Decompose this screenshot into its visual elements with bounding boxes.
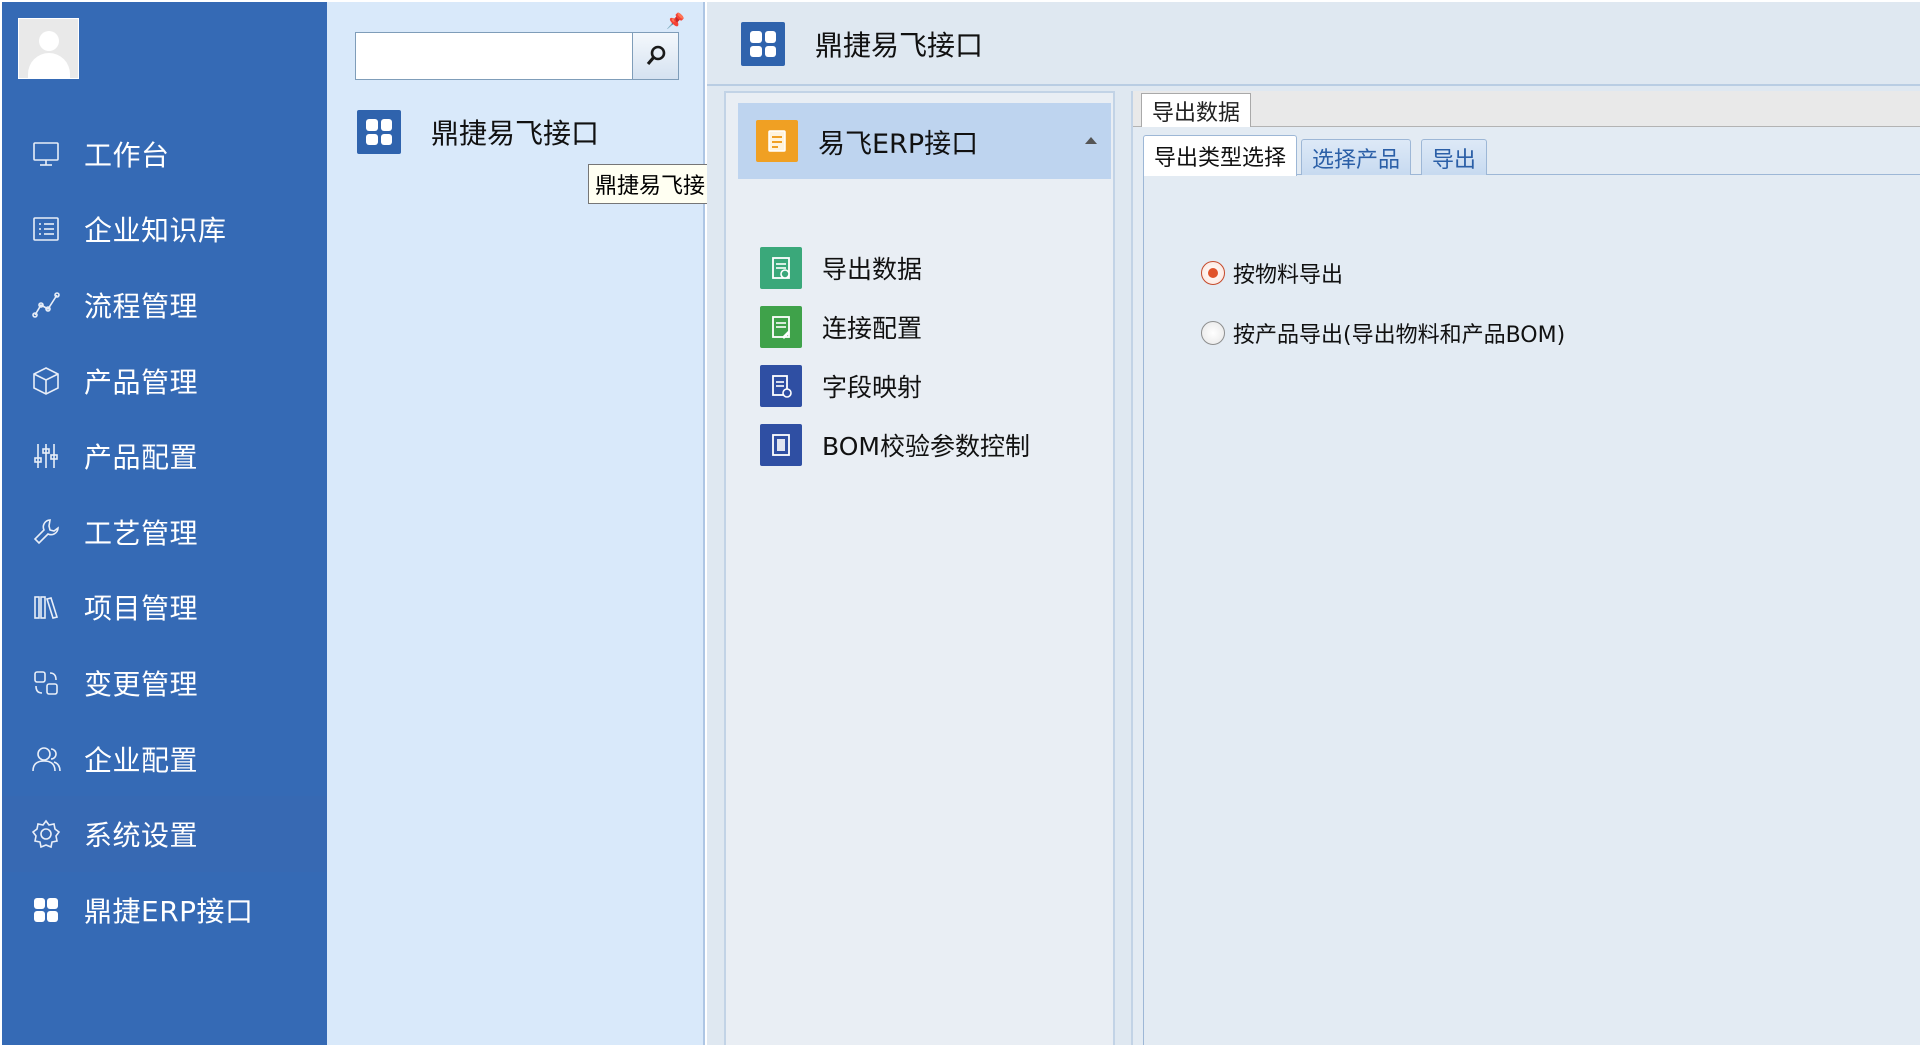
- sidebar-item-knowledge-base[interactable]: 企业知识库: [2, 192, 327, 268]
- subnav-group-yifei-erp[interactable]: 易飞ERP接口: [738, 103, 1111, 179]
- subnav-item-connection-config[interactable]: 连接配置: [760, 304, 922, 350]
- sidebar-item-label: 工艺管理: [84, 516, 199, 550]
- search-button[interactable]: [632, 33, 678, 79]
- page-title: 鼎捷易飞接口: [741, 22, 983, 66]
- books-icon: [28, 589, 64, 625]
- bom-check-icon: [760, 424, 802, 466]
- list-icon: [28, 211, 64, 247]
- sidebar-item-product[interactable]: 产品管理: [2, 343, 327, 419]
- export-data-icon: [760, 247, 802, 289]
- sidebar-item-label: 产品管理: [84, 365, 199, 399]
- cube-icon: [28, 363, 64, 399]
- grid-icon: [28, 892, 64, 928]
- detail-panel: 导出数据 导出类型选择 选择产品 导出 按物料导出 按产品导出(导出物料和产品B…: [1131, 91, 1920, 1045]
- sliders-icon: [28, 438, 64, 474]
- sidebar-item-project[interactable]: 项目管理: [2, 570, 327, 646]
- outer-tab-bar: 导出数据: [1133, 91, 1920, 127]
- sidebar-item-label: 企业配置: [84, 743, 199, 777]
- field-mapping-icon: [760, 365, 802, 407]
- sidebar-item-enterprise-config[interactable]: 企业配置: [2, 721, 327, 797]
- radio-export-by-product[interactable]: 按产品导出(导出物料和产品BOM): [1201, 317, 1565, 349]
- inner-tab-bar: 导出类型选择 选择产品 导出: [1143, 135, 1920, 176]
- subnav-item-export-data[interactable]: 导出数据: [760, 245, 922, 291]
- module-panel: 📌 鼎捷易飞接口: [327, 2, 705, 1045]
- page-title-label: 鼎捷易飞接口: [815, 29, 984, 62]
- radio-label: 按产品导出(导出物料和产品BOM): [1233, 323, 1566, 348]
- connection-config-icon: [760, 306, 802, 348]
- avatar[interactable]: [18, 18, 79, 79]
- grid-icon: [741, 22, 785, 66]
- search-icon: [646, 45, 665, 66]
- sidebar-item-label: 变更管理: [84, 667, 199, 701]
- collapse-caret-icon[interactable]: [1085, 137, 1097, 144]
- tab-select-product[interactable]: 选择产品: [1301, 139, 1412, 175]
- wrench-icon: [28, 514, 64, 550]
- grid-icon: [357, 110, 401, 154]
- sidebar-item-craft[interactable]: 工艺管理: [2, 494, 327, 570]
- module-item-label: 鼎捷易飞接口: [431, 117, 600, 150]
- sidebar-item-change[interactable]: 变更管理: [2, 645, 327, 721]
- module-search: [355, 32, 679, 80]
- content-area: 鼎捷易飞接口 易飞ERP接口 导出数据 连接配置 字段映射 BOM校验参数控制 …: [707, 2, 1920, 1045]
- sidebar-item-system-settings[interactable]: 系统设置: [2, 796, 327, 872]
- sub-navigation: 易飞ERP接口 导出数据 连接配置 字段映射 BOM校验参数控制: [724, 91, 1115, 1045]
- search-input[interactable]: [356, 33, 632, 79]
- radio-label: 按物料导出: [1233, 263, 1344, 288]
- subnav-group-label: 易飞ERP接口: [818, 128, 979, 160]
- divider: [1143, 175, 1144, 1045]
- sidebar-item-label: 项目管理: [84, 592, 199, 626]
- sidebar-item-label: 鼎捷ERP接口: [84, 894, 254, 928]
- sidebar-item-label: 工作台: [84, 138, 170, 172]
- pin-icon[interactable]: 📌: [666, 12, 685, 30]
- sidebar-menu: 工作台 企业知识库 流程管理 产品管理 产品配置 工艺管理 项目管理 变更管理: [2, 116, 327, 948]
- radio-export-by-material[interactable]: 按物料导出: [1201, 257, 1343, 289]
- subnav-item-bom-check[interactable]: BOM校验参数控制: [760, 422, 1030, 468]
- flow-chart-icon: [28, 287, 64, 323]
- users-icon: [28, 741, 64, 777]
- module-item-dingjie-yifei[interactable]: 鼎捷易飞接口: [357, 110, 599, 154]
- tab-export-type[interactable]: 导出类型选择: [1143, 135, 1298, 176]
- sidebar-item-label: 系统设置: [84, 819, 199, 853]
- radio-button[interactable]: [1201, 321, 1225, 345]
- tab-export-data[interactable]: 导出数据: [1141, 93, 1252, 127]
- sidebar-item-product-config[interactable]: 产品配置: [2, 418, 327, 494]
- sidebar-item-process[interactable]: 流程管理: [2, 267, 327, 343]
- sidebar-item-label: 产品配置: [84, 441, 199, 475]
- change-icon: [28, 665, 64, 701]
- document-icon: [756, 120, 798, 162]
- monitor-icon: [28, 136, 64, 172]
- main-sidebar: 工作台 企业知识库 流程管理 产品管理 产品配置 工艺管理 项目管理 变更管理: [2, 2, 327, 1045]
- subnav-item-label: 连接配置: [822, 314, 923, 343]
- subnav-item-label: 导出数据: [822, 255, 923, 284]
- sidebar-item-label: 企业知识库: [84, 214, 227, 248]
- sidebar-item-workbench[interactable]: 工作台: [2, 116, 327, 192]
- tab-export[interactable]: 导出: [1421, 139, 1488, 175]
- divider: [707, 84, 1920, 86]
- subnav-item-label: BOM校验参数控制: [822, 432, 1030, 461]
- radio-button[interactable]: [1201, 261, 1225, 285]
- gear-icon: [28, 816, 64, 852]
- sidebar-item-label: 流程管理: [84, 289, 199, 323]
- subnav-item-label: 字段映射: [822, 373, 923, 402]
- subnav-item-field-mapping[interactable]: 字段映射: [760, 363, 922, 409]
- sidebar-item-erp-interface[interactable]: 鼎捷ERP接口: [2, 872, 327, 948]
